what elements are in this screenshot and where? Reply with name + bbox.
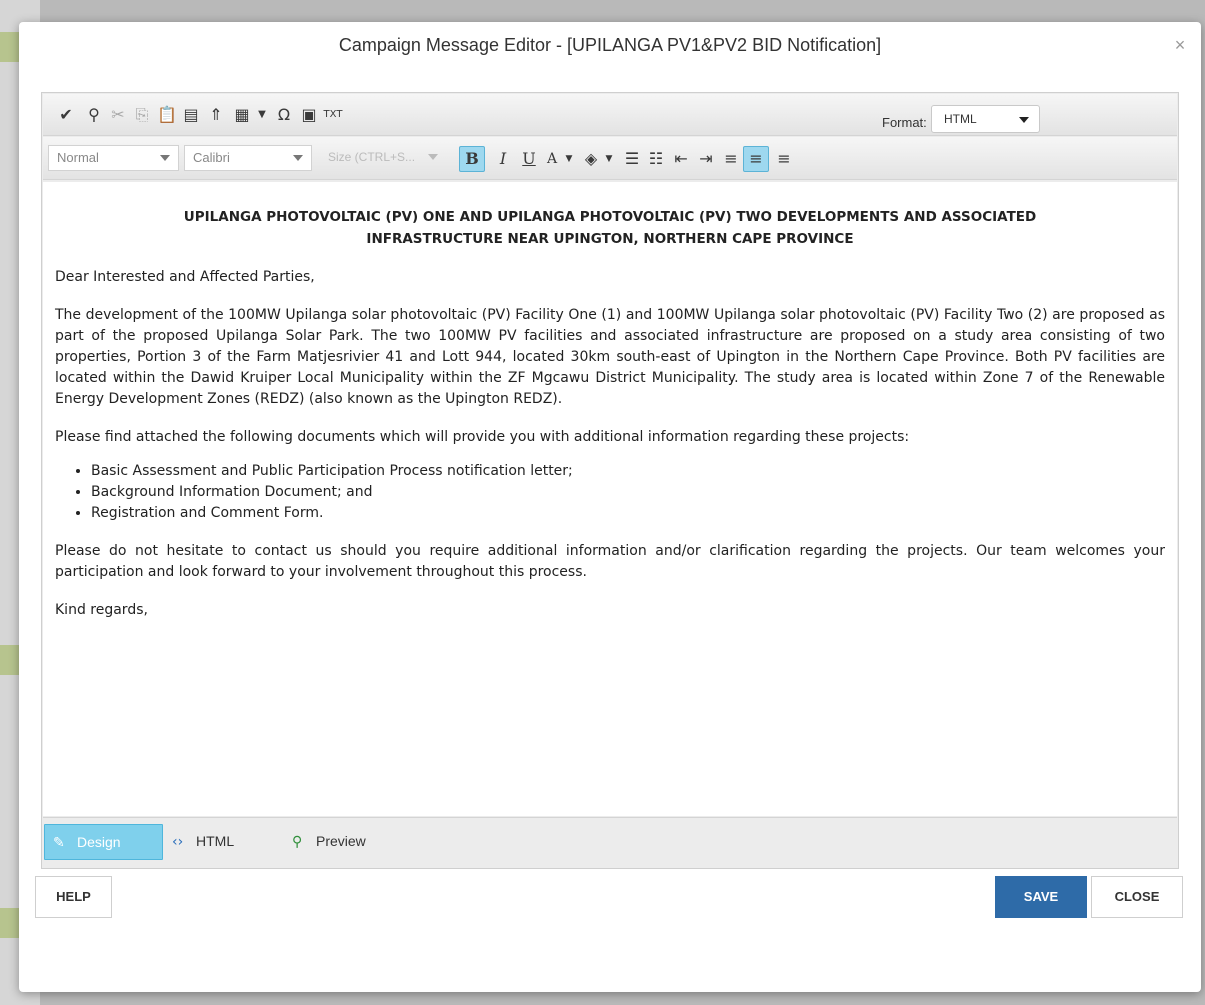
- format-label: Format:: [882, 115, 927, 130]
- editor-content[interactable]: UPILANGA PHOTOVOLTAIC (PV) ONE AND UPILA…: [43, 182, 1177, 816]
- align-left-icon[interactable]: ≡: [720, 148, 742, 170]
- font-family-value: Calibri: [193, 150, 230, 165]
- chevron-down-icon: [160, 155, 170, 161]
- tab-design-label: Design: [77, 834, 121, 850]
- magnifier-icon: ⚲: [292, 834, 303, 850]
- campaign-message-editor-dialog: Campaign Message Editor - [UPILANGA PV1&…: [19, 22, 1201, 992]
- close-button[interactable]: CLOSE: [1091, 876, 1183, 918]
- font-size-select[interactable]: Size (CTRL+S...: [320, 145, 446, 171]
- salutation: Dear Interested and Affected Parties,: [55, 269, 315, 285]
- table-icon[interactable]: ▦: [231, 104, 253, 126]
- outdent-icon[interactable]: ⇤: [670, 148, 692, 170]
- table-dropdown-icon[interactable]: ▼: [251, 104, 273, 126]
- chevron-down-icon: [428, 154, 438, 160]
- format-select[interactable]: HTML: [931, 105, 1040, 133]
- list-item: Registration and Comment Form.: [91, 503, 1165, 524]
- heading-line-2: INFRASTRUCTURE NEAR UPINGTON, NORTHERN C…: [366, 231, 854, 247]
- align-right-icon[interactable]: ≡: [773, 148, 795, 170]
- paragraph-style-value: Normal: [57, 150, 99, 165]
- pencil-icon: ✎: [53, 835, 65, 851]
- tab-preview[interactable]: ⚲ Preview: [284, 824, 394, 860]
- rich-text-editor: ✔ ⚲ ✂ ⎘ 📋 ▤ ⇑ ▦ ▼ Ω ▣ TXT Format: HTML N…: [41, 92, 1179, 869]
- tab-html[interactable]: ‹› HTML: [164, 824, 264, 860]
- insert-link-icon[interactable]: ⇑: [205, 104, 227, 126]
- cut-icon[interactable]: ✂: [107, 104, 129, 126]
- format-select-value: HTML: [944, 112, 977, 126]
- tab-design[interactable]: ✎ Design: [44, 824, 163, 860]
- insert-text-icon[interactable]: TXT: [322, 104, 344, 126]
- toolbar-row-1: ✔ ⚲ ✂ ⎘ 📋 ▤ ⇑ ▦ ▼ Ω ▣ TXT Format: HTML: [43, 94, 1177, 136]
- body-paragraph-3: Please do not hesitate to contact us sho…: [55, 543, 1165, 580]
- template-icon[interactable]: ▤: [180, 104, 202, 126]
- attachments-list: Basic Assessment and Public Participatio…: [91, 461, 1165, 524]
- body-paragraph-2: Please find attached the following docum…: [55, 429, 910, 445]
- body-paragraph-1: The development of the 100MW Upilanga so…: [55, 307, 1165, 407]
- find-icon[interactable]: ⚲: [83, 104, 105, 126]
- toolbar-row-2: Normal Calibri Size (CTRL+S... B I U A ▼…: [43, 137, 1177, 180]
- underline-icon[interactable]: U: [518, 148, 540, 170]
- highlight-dropdown-icon[interactable]: ▼: [598, 148, 620, 170]
- paragraph-style-select[interactable]: Normal: [48, 145, 179, 171]
- list-item: Basic Assessment and Public Participatio…: [91, 461, 1165, 482]
- heading-line-1: UPILANGA PHOTOVOLTAIC (PV) ONE AND UPILA…: [183, 209, 1037, 225]
- chevron-down-icon: [293, 155, 303, 161]
- indent-icon[interactable]: ⇥: [695, 148, 717, 170]
- unordered-list-icon[interactable]: ☷: [645, 148, 667, 170]
- copy-icon[interactable]: ⎘: [131, 104, 153, 126]
- close-icon[interactable]: ×: [1171, 36, 1189, 54]
- bold-icon[interactable]: B: [459, 146, 485, 172]
- code-icon: ‹›: [172, 834, 184, 850]
- document-heading: UPILANGA PHOTOVOLTAIC (PV) ONE AND UPILA…: [55, 206, 1165, 250]
- list-item: Background Information Document; and: [91, 482, 1165, 503]
- paste-icon[interactable]: 📋: [156, 104, 178, 126]
- chevron-down-icon: [1019, 117, 1029, 123]
- closing: Kind regards,: [55, 602, 148, 618]
- font-size-value: Size (CTRL+S...: [328, 150, 416, 164]
- dialog-title: Campaign Message Editor - [UPILANGA PV1&…: [338, 35, 882, 55]
- tab-html-label: HTML: [196, 833, 235, 849]
- image-icon[interactable]: ▣: [298, 104, 320, 126]
- align-center-icon[interactable]: ≡: [743, 146, 769, 172]
- tab-preview-label: Preview: [316, 833, 366, 849]
- special-chars-icon[interactable]: Ω: [273, 104, 295, 126]
- editor-mode-bar: ✎ Design ‹› HTML ⚲ Preview: [43, 817, 1177, 867]
- spellcheck-icon[interactable]: ✔: [55, 104, 77, 126]
- italic-icon[interactable]: I: [492, 148, 514, 170]
- font-color-dropdown-icon[interactable]: ▼: [558, 148, 580, 170]
- font-family-select[interactable]: Calibri: [184, 145, 312, 171]
- help-button[interactable]: HELP: [35, 876, 112, 918]
- save-button[interactable]: SAVE: [995, 876, 1087, 918]
- ordered-list-icon[interactable]: ☰: [621, 148, 643, 170]
